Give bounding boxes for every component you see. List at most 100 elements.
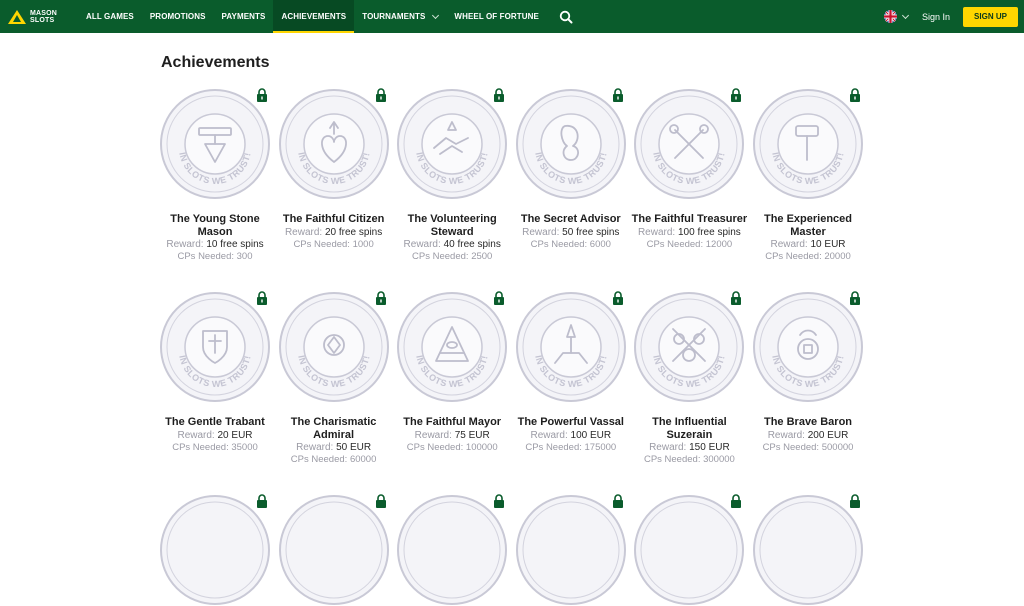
achievement-cps: CPs Needed: 20000 [749,251,867,262]
sign-in-link[interactable]: Sign In [922,12,950,22]
achievement-reward: Reward: 75 EUR [393,430,511,442]
reward-label: Reward: [637,226,676,238]
achievement-cps: CPs Needed: 12000 [630,239,748,250]
search-icon[interactable] [559,10,573,24]
laurel-emblem-icon: IN SLOTS WE TRUST! [278,292,389,402]
achievement-card[interactable]: IN SLOTS WE TRUST! The Volunteering Stewa… [393,88,511,262]
achievement-cps: CPs Needed: 175000 [512,442,630,453]
nav-payments-label: PAYMENTS [221,12,266,21]
shield-icon: IN SLOTS WE TRUST! [160,292,270,402]
page-title: Achievements [161,54,270,71]
achievement-card[interactable]: IN SLOTS WE TRUST! The Brave Baron Reward:… [749,291,867,453]
reward-value: 75 EUR [454,429,490,441]
lock-icon [731,494,742,508]
achievement-cps: CPs Needed: 100000 [393,442,511,453]
cps-label: CPs Needed: [293,238,350,250]
achievement-cps: CPs Needed: 500000 [749,442,867,453]
achievement-title: The Faithful Citizen [282,213,385,225]
reward-value: 20 EUR [217,429,253,441]
achievement-cps: CPs Needed: 60000 [275,454,393,465]
language-chevron-down-icon[interactable] [901,11,910,19]
cps-label: CPs Needed: [646,238,704,250]
achievement-medal: IN SLOTS WE TRUST! [515,291,627,403]
reward-label: Reward: [770,239,808,250]
achievement-reward: Reward: 200 EUR [749,430,867,442]
reward-label: Reward: [403,239,441,250]
reward-value: 40 free spins [443,239,501,250]
achievement-medal: IN SLOTS WE TRUST! [159,291,271,403]
achievement-card[interactable]: IN SLOTS WE TRUST! The Powerful Vassal Rew… [512,291,630,453]
achievement-reward: Reward: 10 EUR [749,239,867,251]
achievement-card[interactable]: IN SLOTS WE TRUST! The Charismatic Admira… [275,291,393,465]
cps-value: 500000 [821,441,854,453]
cps-label: CPs Needed: [406,441,464,453]
achievement-card[interactable]: IN SLOTS WE TRUST! The Gentle Trabant Rewa… [156,291,274,453]
achievement-medal: IN SLOTS WE TRUST! [752,88,864,200]
cps-value: 12000 [705,238,733,250]
achievement-cps: CPs Needed: 300 [156,251,274,262]
achievement-title: The Faithful Mayor [403,416,502,428]
achievement-title: The Faithful Treasurer [631,213,748,225]
cps-label: CPs Needed: [643,454,701,465]
nav-achievements[interactable]: ACHIEVEMENTS [273,0,355,33]
cps-value: 100000 [465,441,498,453]
achievement-title: The Charismatic Admiral [290,416,377,441]
achievement-medal: IN SLOTS WE TRUST! [633,291,745,403]
achievement-cps: CPs Needed: 6000 [512,239,630,250]
achievement-reward: Reward: 50 EUR [275,442,393,454]
mason-slots-logo[interactable]: MASON SLOTS [8,9,70,24]
cps-value: 2500 [471,251,493,262]
achievement-cps: CPs Needed: 1000 [275,239,393,250]
achievement-medal: IN SLOTS WE TRUST! [396,291,508,403]
mask-icon: IN SLOTS WE TRUST! [515,89,626,199]
achievement-card[interactable]: IN SLOTS WE TRUST! The Young Stone Mason R… [156,88,274,262]
logo-text-line2: SLOTS [30,16,55,24]
lock-icon [257,291,267,305]
main-menu: ALL GAMES PROMOTIONS PAYMENTS ACHIEVEMENTS T… [78,0,547,33]
lock-icon [612,494,623,508]
achievement-card[interactable]: IN SLOTS WE TRUST! The Faithful Mayor Rewa… [393,291,511,453]
achievement-card[interactable]: IN SLOTS WE TRUST! The Secret Advisor Rewa… [512,88,630,250]
reward-value: 20 free spins [324,226,383,238]
lock-icon [731,88,742,102]
crest-icon: IN SLOTS WE TRUST! [753,292,863,402]
achievement-reward: Reward: 50 free spins [512,227,630,239]
nav-promotions-label: PROMOTIONS [149,12,206,21]
nav-wheel-of-fortune-label: WHEEL OF FORTUNE [454,12,539,21]
sign-up-button[interactable]: SIGN UP [963,6,1018,27]
achievement-title: The Brave Baron [763,416,853,428]
lock-icon [494,88,505,102]
nav-promotions[interactable]: PROMOTIONS [142,0,214,33]
achievement-medal: IN SLOTS WE TRUST! [278,88,390,200]
achievement-title: The Volunteering Steward [407,213,497,238]
trowel-icon: IN SLOTS WE TRUST! [160,89,270,199]
achievement-card[interactable]: IN SLOTS WE TRUST! The Faithful Citizen Re… [275,88,393,250]
lock-icon [257,88,267,102]
nav-all-games[interactable]: ALL GAMES [78,0,142,33]
lock-icon [731,291,742,305]
nav-tournaments[interactable]: TOURNAMENTS [354,0,446,33]
nav-tournaments-label: TOURNAMENTS [362,12,426,21]
cps-label: CPs Needed: [290,454,348,465]
achievement-card[interactable]: IN SLOTS WE TRUST! The Experienced Master… [749,88,867,262]
uk-flag-icon[interactable] [883,10,897,23]
achievement-medal: IN SLOTS WE TRUST! [159,88,271,200]
lock-icon [375,88,386,102]
sacred-heart-icon: IN SLOTS WE TRUST! [278,89,389,199]
nav-payments[interactable]: PAYMENTS [214,0,274,33]
reward-label: Reward: [166,239,204,250]
achievement-card[interactable]: IN SLOTS WE TRUST! The Influential Suzera… [630,291,748,465]
lock-icon [257,494,267,508]
cps-value: 1000 [352,238,374,250]
lock-icon [850,88,860,102]
achievement-reward: Reward: 100 free spins [630,227,748,239]
achievement-title: The Experienced Master [763,213,853,238]
achievement-reward: Reward: 150 EUR [630,442,748,454]
reward-label: Reward: [414,429,452,441]
achievement-card[interactable]: IN SLOTS WE TRUST! The Faithful Treasurer… [630,88,748,250]
achievement-reward: Reward: 20 EUR [156,430,274,442]
nav-wheel-of-fortune[interactable]: WHEEL OF FORTUNE [446,0,547,33]
reward-value: 50 EUR [336,442,372,453]
cps-value: 20000 [824,251,851,262]
reward-label: Reward: [767,429,805,441]
